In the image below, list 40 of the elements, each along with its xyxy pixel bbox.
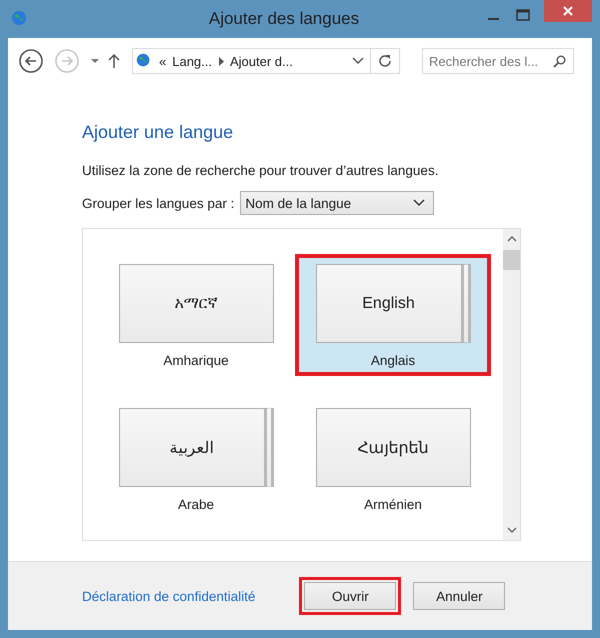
search-field[interactable]: Rechercher des l... bbox=[422, 48, 574, 74]
page-heading: Ajouter une langue bbox=[82, 122, 234, 143]
scrollbar[interactable] bbox=[503, 229, 520, 540]
dialog-button[interactable]: Annuler bbox=[413, 582, 506, 610]
maximize-icon bbox=[516, 9, 530, 21]
dropdown-icon[interactable] bbox=[90, 58, 100, 64]
search-icon bbox=[553, 55, 566, 68]
chevron-down-icon[interactable] bbox=[506, 527, 516, 534]
close-button[interactable] bbox=[544, 0, 592, 22]
chevron-down-icon[interactable] bbox=[352, 57, 364, 65]
native-name: English bbox=[362, 294, 415, 312]
native-name: Հայերեն bbox=[358, 438, 428, 458]
language-name: Arménien bbox=[364, 497, 422, 512]
breadcrumb[interactable]: Ajouter d... bbox=[230, 54, 293, 68]
language-name: Anglais bbox=[370, 353, 416, 368]
refresh-icon[interactable] bbox=[377, 53, 393, 69]
native-name: አማርኛ bbox=[174, 294, 218, 313]
address-bar[interactable]: « Lang... Ajouter d... bbox=[132, 48, 400, 74]
group-by-dropdown[interactable]: Nom de la langue bbox=[240, 191, 434, 215]
chevron-down-icon bbox=[413, 199, 426, 207]
minimize-icon bbox=[488, 18, 498, 20]
dialog-button[interactable]: Ouvrir bbox=[304, 582, 396, 610]
instruction-text: Utilisez la zone de recherche pour trouver d’autres langues. bbox=[82, 163, 440, 178]
window-title: Ajouter des langues bbox=[208, 9, 360, 29]
chevron-up-icon[interactable] bbox=[506, 235, 516, 242]
native-name: العربية bbox=[170, 438, 214, 458]
privacy-link[interactable]: Déclaration de confidentialité bbox=[82, 588, 256, 604]
group-by-label: Grouper les langues par : bbox=[82, 196, 234, 210]
breadcrumb[interactable]: « bbox=[159, 54, 166, 68]
close-icon bbox=[562, 5, 574, 17]
up-arrow-icon[interactable] bbox=[108, 53, 120, 69]
language-item[interactable]: Հայերեն Arménien bbox=[295, 398, 491, 520]
scroll-thumb[interactable] bbox=[503, 250, 520, 270]
language-name: Amharique bbox=[163, 353, 229, 368]
breadcrumb[interactable]: Lang... bbox=[172, 54, 212, 68]
language-item[interactable]: አማርኛ Amharique bbox=[98, 254, 294, 376]
back-icon[interactable] bbox=[18, 48, 44, 74]
language-name: Arabe bbox=[178, 497, 214, 512]
language-item[interactable]: English Anglais bbox=[295, 254, 491, 376]
chevron-right-icon bbox=[218, 56, 224, 66]
